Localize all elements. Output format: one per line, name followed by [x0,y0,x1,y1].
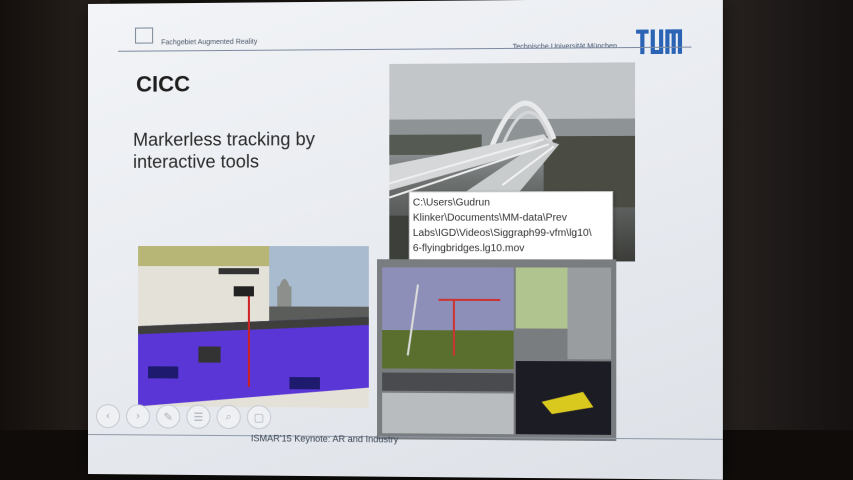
zoom-icon[interactable]: ⌕ [216,404,241,430]
video-path-overlay: C:\Users\Gudrun Klinker\Documents\MM-dat… [408,191,614,263]
construction-app-screenshot [377,259,617,442]
subtitle-line: interactive tools [133,151,260,172]
3d-scene-screenshot [138,246,369,408]
next-icon[interactable]: › [126,404,151,429]
video-path-line: C:\Users\Gudrun [412,197,490,209]
previous-icon[interactable]: ‹ [95,404,121,429]
slide-footer: ISMAR'15 Keynote: AR and Industry [250,433,399,445]
edit-icon[interactable]: ✎ [156,404,181,429]
chair-name: Fachgebiet Augmented Reality [161,38,258,47]
slide-subtitle: Markerless tracking by interactive tools [133,128,366,173]
chair-logo-icon [135,27,154,44]
projected-slide: Fachgebiet Augmented Reality Technische … [88,0,723,480]
video-path-line: 6-flyingbridges.lg10.mov [412,243,525,255]
menu-icon[interactable]: ☰ [186,404,211,429]
tum-logo [636,29,683,55]
video-path-line: Labs\IGD\Videos\Siggraph99-vfm\lg10\ [412,227,592,239]
end-icon[interactable]: ▢ [246,405,272,430]
slide-navigation: ‹ › ✎ ☰ ⌕ ▢ [95,404,298,436]
subtitle-line: Markerless tracking by [133,129,315,150]
video-path-line: Klinker\Documents\MM-data\Prev [412,212,567,224]
slide-title: CICC [136,71,191,97]
